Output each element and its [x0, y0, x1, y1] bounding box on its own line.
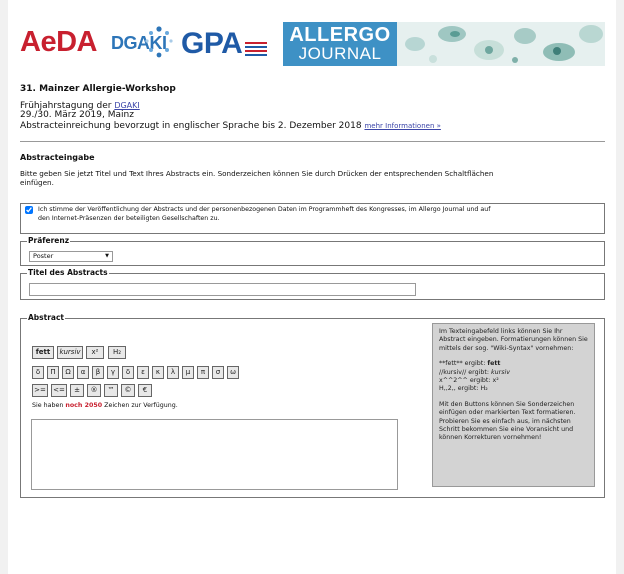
help-example-subscript: H,,2,, ergibt: H₂: [439, 385, 488, 393]
help-buttons-text: Mit den Buttons können Sie Sonderzeichen…: [439, 400, 576, 442]
journal-title: JOURNAL: [298, 44, 382, 63]
consent-checkbox[interactable]: [25, 206, 33, 214]
superscript-button[interactable]: x²: [86, 346, 104, 359]
char-button[interactable]: Ω: [62, 366, 74, 379]
microbes-image: [397, 22, 605, 66]
char-button[interactable]: δ: [32, 366, 44, 379]
section-intro-line-2: einfügen.: [20, 178, 54, 187]
more-info-link[interactable]: mehr Informationen »: [364, 122, 440, 130]
char-button[interactable]: λ: [167, 366, 179, 379]
symbol-button[interactable]: ±: [70, 384, 84, 397]
bold-button[interactable]: fett: [32, 346, 54, 359]
allergo-journal-logo: ALLERGO JOURNAL: [283, 22, 397, 66]
chevron-down-icon: ▼: [105, 253, 109, 259]
char-counter: Sie haben noch 2050 Zeichen zur Verfügun…: [32, 401, 178, 410]
dgaki-link[interactable]: DGAKI: [114, 101, 139, 110]
section-intro: Bitte geben Sie jetzt Titel und Text Ihr…: [20, 169, 493, 187]
header-banner: AeDA DGAKI GPA ALLERGO JOURNAL: [20, 22, 605, 66]
consent-box: Ich stimme der Veröffentlichung der Abst…: [20, 203, 605, 234]
consent-text: Ich stimme der Veröffentlichung der Abst…: [38, 206, 491, 223]
symbol-button[interactable]: >=: [32, 384, 48, 397]
counter-prefix: Sie haben: [32, 402, 64, 409]
symbol-button[interactable]: <=: [51, 384, 67, 397]
preferenz-fieldset: Präferenz Poster ▼: [20, 236, 605, 266]
char-button[interactable]: Π: [47, 366, 59, 379]
symbol-button[interactable]: €: [138, 384, 152, 397]
aeda-logo: AeDA: [20, 26, 97, 58]
char-button[interactable]: ε: [137, 366, 149, 379]
gpa-stripes-icon: [245, 42, 267, 56]
subscript-button[interactable]: H₂: [108, 346, 126, 359]
abstract-legend: Abstract: [27, 313, 66, 323]
help-example-bold: **fett** ergibt: fett: [439, 360, 501, 368]
event-date-line: 29./30. März 2019, Mainz: [20, 110, 134, 120]
symbol-button[interactable]: ™: [104, 384, 118, 397]
char-button[interactable]: γ: [107, 366, 119, 379]
consent-line-2: den Internet-Präsenzen der beteiligten G…: [38, 214, 220, 222]
char-button[interactable]: σ: [212, 366, 224, 379]
counter-value: noch 2050: [65, 402, 103, 409]
counter-suffix: Zeichen zur Verfügung.: [104, 402, 178, 409]
char-button[interactable]: α: [77, 366, 89, 379]
italic-button[interactable]: kursiv: [57, 346, 83, 359]
char-button[interactable]: ω: [227, 366, 239, 379]
allergo-title: ALLERGO: [289, 24, 391, 46]
preferenz-selected: Poster: [33, 252, 54, 260]
char-button[interactable]: δ: [122, 366, 134, 379]
title-input[interactable]: [29, 283, 416, 296]
titel-legend: Titel des Abstracts: [27, 268, 109, 278]
char-button[interactable]: β: [92, 366, 104, 379]
consent-line-1: Ich stimme der Veröffentlichung der Abst…: [38, 206, 491, 213]
help-panel: Im Texteingabefeld links können Sie Ihr …: [432, 323, 595, 487]
char-button[interactable]: μ: [182, 366, 194, 379]
divider: [20, 141, 605, 142]
symbol-button[interactable]: ©: [121, 384, 135, 397]
dgaki-dots-icon: [145, 26, 173, 58]
help-example-italic: //kursiv// ergibt: kursiv: [439, 368, 510, 376]
section-heading: Abstracteingabe: [20, 153, 95, 162]
abstract-textarea[interactable]: [31, 419, 398, 490]
help-intro: Im Texteingabefeld links können Sie Ihr …: [439, 328, 588, 352]
char-button[interactable]: π: [197, 366, 209, 379]
workshop-title: 31. Mainzer Allergie-Workshop: [20, 84, 176, 94]
preferenz-select[interactable]: Poster ▼: [29, 251, 113, 262]
gpa-logo: GPA: [181, 27, 243, 60]
event-deadline-line: Abstracteinreichung bevorzugt in englisc…: [20, 121, 441, 132]
symbol-button[interactable]: ®: [87, 384, 101, 397]
deadline-text: Abstracteinreichung bevorzugt in englisc…: [20, 121, 362, 131]
char-button[interactable]: κ: [152, 366, 164, 379]
preferenz-legend: Präferenz: [27, 236, 71, 246]
titel-fieldset: Titel des Abstracts: [20, 268, 605, 300]
section-intro-line-1: Bitte geben Sie jetzt Titel und Text Ihr…: [20, 169, 494, 178]
help-example-superscript: x^^2^^ ergibt: x²: [439, 377, 499, 385]
